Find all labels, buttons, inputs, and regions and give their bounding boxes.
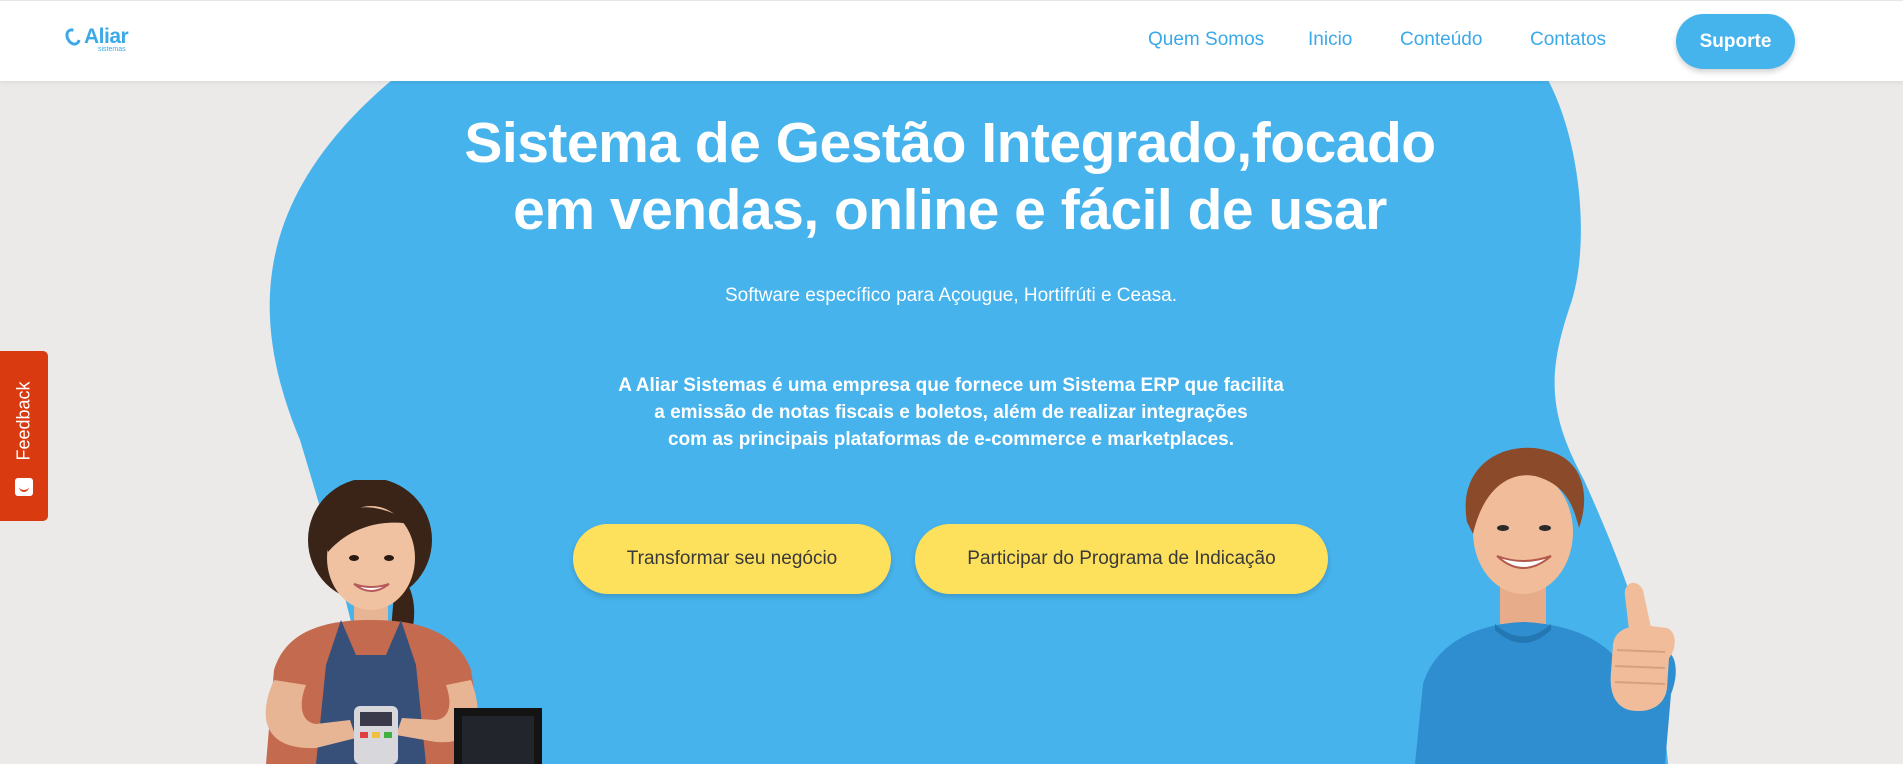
nav-link-quem-somos[interactable]: Quem Somos (1148, 29, 1264, 51)
man-thumbs-up-photo (1415, 447, 1676, 764)
hero-description: A Aliar Sistemas é uma empresa que forne… (551, 372, 1351, 453)
hero-subtitle: Software específico para Açougue, Hortif… (724, 285, 1178, 306)
top-navigation-bar: Aliar sistemas Quem Somos Inicio Conteúd… (0, 0, 1903, 81)
referral-program-button[interactable]: Participar do Programa de Indicação (915, 524, 1328, 594)
hero-title-line-2: em vendas, online e fácil de usar (513, 178, 1387, 242)
hero-description-line: a emissão de notas fiscais e boletos, al… (654, 402, 1248, 423)
hero-description-line: com as principais plataformas de e-comme… (667, 429, 1235, 450)
nav-link-inicio[interactable]: Inicio (1308, 29, 1352, 51)
nav-link-conteudo[interactable]: Conteúdo (1400, 29, 1482, 51)
smile-icon (15, 478, 33, 496)
aliar-logo-icon (62, 25, 84, 49)
transform-business-button[interactable]: Transformar seu negócio (573, 524, 891, 594)
hero-description-line: A Aliar Sistemas é uma empresa que forne… (618, 375, 1284, 396)
hero-title: Sistema de Gestão Integrado,focado em ve… (400, 110, 1500, 244)
hero-title-line-1: Sistema de Gestão Integrado,focado (464, 111, 1436, 175)
feedback-label: Feedback (13, 381, 34, 461)
support-button[interactable]: Suporte (1676, 14, 1795, 69)
woman-cashier-photo (265, 480, 542, 764)
nav-link-contatos[interactable]: Contatos (1530, 29, 1606, 51)
logo-tagline: sistemas (98, 46, 126, 53)
feedback-tab[interactable]: Feedback (0, 351, 48, 521)
